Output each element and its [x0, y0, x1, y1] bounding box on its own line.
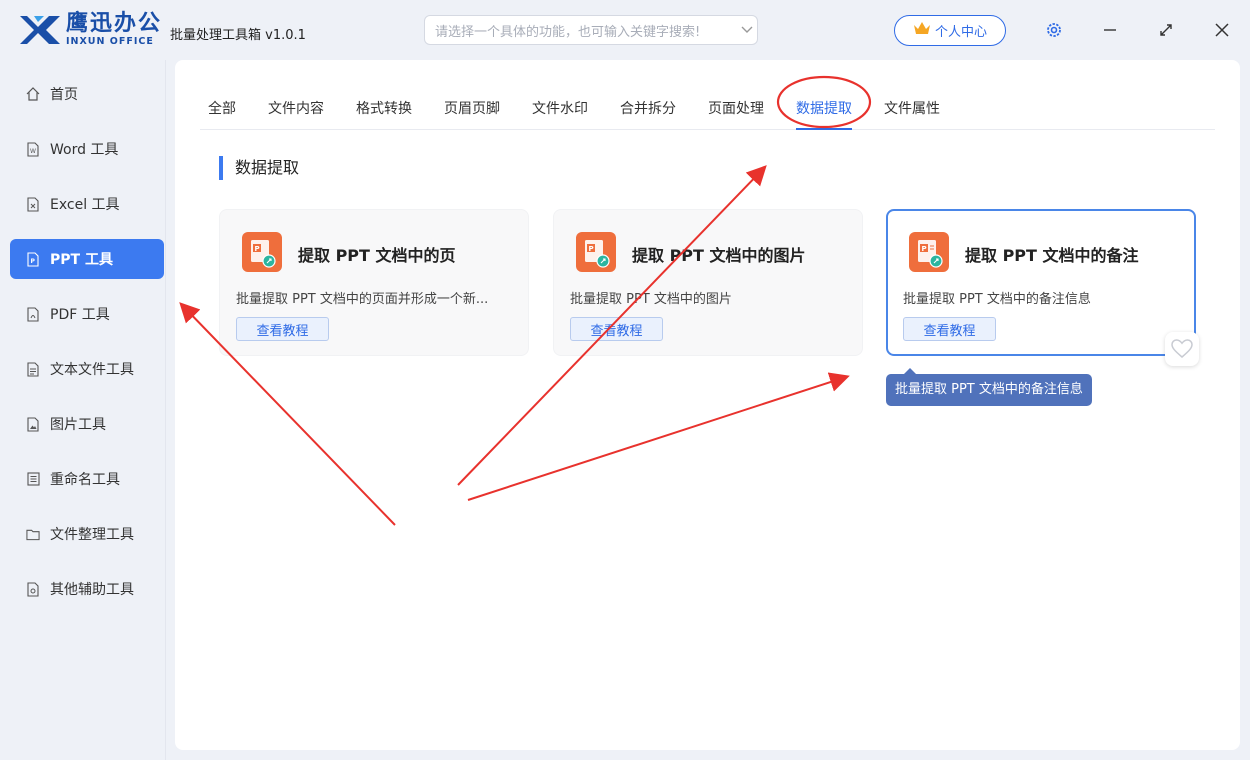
sidebar-item-excel[interactable]: Excel 工具 — [10, 184, 164, 224]
excel-file-icon — [26, 196, 40, 212]
card-description: 批量提取 PPT 文档中的备注信息 — [903, 292, 1091, 307]
sidebar-item-label: 其他辅助工具 — [50, 582, 134, 598]
sidebar-item-label: PDF 工具 — [50, 307, 110, 323]
tool-card[interactable]: P 提取 PPT 文档中的图片 批量提取 PPT 文档中的图片 查看教程 — [553, 209, 863, 356]
title-bar: 鹰迅办公 INXUN OFFICE 批量处理工具箱 v1.0.1 请选择一个具体… — [0, 0, 1250, 60]
logo-en-text: INXUN OFFICE — [66, 36, 154, 48]
tab-all[interactable]: 全部 — [208, 98, 236, 118]
svg-text:P: P — [255, 245, 260, 253]
sidebar-item-organize[interactable]: 文件整理工具 — [10, 514, 164, 554]
maximize-icon[interactable] — [1154, 18, 1178, 42]
folder-icon — [26, 526, 40, 542]
rename-icon — [26, 471, 40, 487]
view-tutorial-button[interactable]: 查看教程 — [236, 317, 329, 341]
sidebar-item-label: Word 工具 — [50, 142, 119, 158]
tab-merge-split[interactable]: 合并拆分 — [620, 98, 676, 118]
view-tutorial-button[interactable]: 查看教程 — [570, 317, 663, 341]
logo-mark-icon — [20, 16, 60, 44]
tab-watermark[interactable]: 文件水印 — [532, 98, 588, 118]
sidebar-item-label: 首页 — [50, 87, 78, 103]
ppt-icon: P — [242, 232, 282, 272]
svg-text:P: P — [589, 245, 594, 253]
sidebar-item-text[interactable]: 文本文件工具 — [10, 349, 164, 389]
sidebar-item-label: PPT 工具 — [50, 252, 113, 268]
app-title: 批量处理工具箱 v1.0.1 — [170, 28, 306, 43]
svg-text:P: P — [31, 258, 36, 265]
tab-format-convert[interactable]: 格式转换 — [356, 98, 412, 118]
sidebar-item-label: 文件整理工具 — [50, 527, 134, 543]
logo-cn-text: 鹰迅办公 — [66, 11, 163, 37]
tab-page-process[interactable]: 页面处理 — [708, 98, 764, 118]
sidebar-item-image[interactable]: 图片工具 — [10, 404, 164, 444]
main-panel: 全部 文件内容 格式转换 页眉页脚 文件水印 合并拆分 页面处理 数据提取 文件… — [175, 60, 1240, 750]
search-placeholder: 请选择一个具体的功能，也可输入关键字搜索! — [435, 24, 701, 40]
ppt-icon: P — [909, 232, 949, 272]
card-description: 批量提取 PPT 文档中的图片 — [570, 292, 732, 307]
search-input[interactable]: 请选择一个具体的功能，也可输入关键字搜索! — [424, 15, 758, 45]
tab-file-content[interactable]: 文件内容 — [268, 98, 324, 118]
card-title: 提取 PPT 文档中的页 — [298, 246, 456, 265]
chevron-down-icon[interactable] — [737, 23, 757, 37]
sidebar-item-label: 图片工具 — [50, 417, 106, 433]
pdf-file-icon — [26, 306, 40, 322]
tool-card-selected[interactable]: P 提取 PPT 文档中的备注 批量提取 PPT 文档中的备注信息 查看教程 — [886, 209, 1196, 356]
app-window: 鹰迅办公 INXUN OFFICE 批量处理工具箱 v1.0.1 请选择一个具体… — [0, 0, 1250, 760]
card-title: 提取 PPT 文档中的图片 — [632, 246, 806, 265]
ppt-icon: P — [576, 232, 616, 272]
sidebar-item-home[interactable]: 首页 — [10, 74, 164, 114]
sidebar-item-pdf[interactable]: PDF 工具 — [10, 294, 164, 334]
sidebar-item-rename[interactable]: 重命名工具 — [10, 459, 164, 499]
app-logo: 鹰迅办公 INXUN OFFICE — [18, 12, 162, 48]
card-description: 批量提取 PPT 文档中的页面并形成一个新... — [236, 292, 489, 307]
minimize-icon[interactable] — [1098, 18, 1122, 42]
favorite-heart-icon[interactable] — [1165, 332, 1199, 366]
user-center-button[interactable]: 个人中心 — [894, 15, 1006, 46]
category-tabs: 全部 文件内容 格式转换 页眉页脚 文件水印 合并拆分 页面处理 数据提取 文件… — [200, 95, 1215, 130]
tab-data-extract[interactable]: 数据提取 — [796, 98, 852, 130]
sidebar-item-word[interactable]: W Word 工具 — [10, 129, 164, 169]
sidebar-item-other[interactable]: 其他辅助工具 — [10, 569, 164, 609]
sidebar-item-ppt[interactable]: P PPT 工具 — [10, 239, 164, 279]
tool-card[interactable]: P 提取 PPT 文档中的页 批量提取 PPT 文档中的页面并形成一个新... … — [219, 209, 529, 356]
home-icon — [26, 86, 40, 102]
tab-file-properties[interactable]: 文件属性 — [884, 98, 940, 118]
text-file-icon — [26, 361, 40, 377]
sidebar: 首页 W Word 工具 Excel 工具 P PPT 工具 PDF 工具 文本… — [0, 60, 166, 760]
svg-text:P: P — [922, 245, 927, 253]
tooltip: 批量提取 PPT 文档中的备注信息 — [886, 368, 1092, 406]
svg-text:W: W — [30, 148, 36, 155]
settings-icon[interactable] — [1042, 18, 1066, 42]
view-tutorial-button[interactable]: 查看教程 — [903, 317, 996, 341]
card-title: 提取 PPT 文档中的备注 — [965, 246, 1139, 265]
other-tools-icon — [26, 581, 40, 597]
user-center-label: 个人中心 — [934, 25, 987, 40]
crown-icon — [913, 21, 931, 40]
image-file-icon — [26, 416, 40, 432]
section-title: 数据提取 — [219, 156, 299, 180]
close-icon[interactable] — [1210, 18, 1234, 42]
sidebar-item-label: 文本文件工具 — [50, 362, 134, 378]
ppt-file-icon: P — [26, 251, 40, 267]
word-file-icon: W — [26, 141, 40, 157]
sidebar-item-label: Excel 工具 — [50, 197, 120, 213]
tab-header-footer[interactable]: 页眉页脚 — [444, 98, 500, 118]
sidebar-item-label: 重命名工具 — [50, 472, 120, 488]
